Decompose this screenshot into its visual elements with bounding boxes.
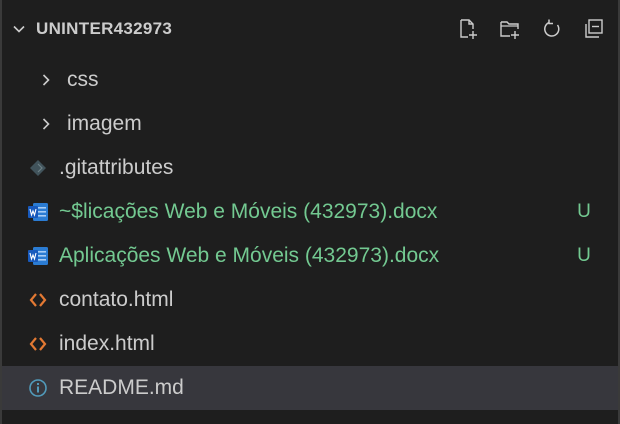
tree-item-label: README.md: [59, 376, 184, 399]
tree-item-imagem[interactable]: imagem: [2, 102, 618, 146]
word-doc-icon: [26, 200, 50, 224]
explorer-actions: [454, 15, 608, 43]
tree-item-contato-html[interactable]: contato.html: [2, 278, 618, 322]
tree-item-index-html[interactable]: index.html: [2, 322, 618, 366]
tree-item-label: index.html: [59, 332, 155, 355]
tree-item-readme[interactable]: README.md: [2, 366, 618, 410]
tree-item-label: imagem: [67, 112, 142, 135]
explorer-section-header[interactable]: UNINTER432973: [2, 0, 618, 58]
explorer-panel: UNINTER432973 css imagem .gitattributes …: [0, 0, 620, 424]
info-icon: [26, 376, 50, 400]
file-tree: css imagem .gitattributes ~$licações Web…: [2, 58, 618, 410]
word-doc-icon: [26, 244, 50, 268]
chevron-right-icon: [34, 112, 58, 136]
explorer-section-title: UNINTER432973: [36, 19, 173, 38]
tree-item-css[interactable]: css: [2, 58, 618, 102]
git-status-badge: U: [577, 245, 591, 266]
collapse-all-icon[interactable]: [580, 15, 608, 43]
git-diamond-icon: [26, 156, 50, 180]
chevron-right-icon: [34, 68, 58, 92]
tree-item-docx[interactable]: Aplicações Web e Móveis (432973).docx U: [2, 234, 618, 278]
html-icon: [26, 288, 50, 312]
new-folder-icon[interactable]: [496, 15, 524, 43]
tree-item-label: css: [67, 68, 99, 91]
refresh-icon[interactable]: [538, 15, 566, 43]
tree-item-temp-docx[interactable]: ~$licações Web e Móveis (432973).docx U: [2, 190, 618, 234]
tree-item-label: .gitattributes: [59, 156, 174, 179]
chevron-down-icon[interactable]: [8, 18, 30, 40]
tree-item-label: Aplicações Web e Móveis (432973).docx: [59, 244, 440, 267]
html-icon: [26, 332, 50, 356]
tree-item-label: ~$licações Web e Móveis (432973).docx: [59, 200, 438, 223]
tree-item-gitattributes[interactable]: .gitattributes: [2, 146, 618, 190]
new-file-icon[interactable]: [454, 15, 482, 43]
tree-item-label: contato.html: [59, 288, 174, 311]
git-status-badge: U: [577, 201, 591, 222]
